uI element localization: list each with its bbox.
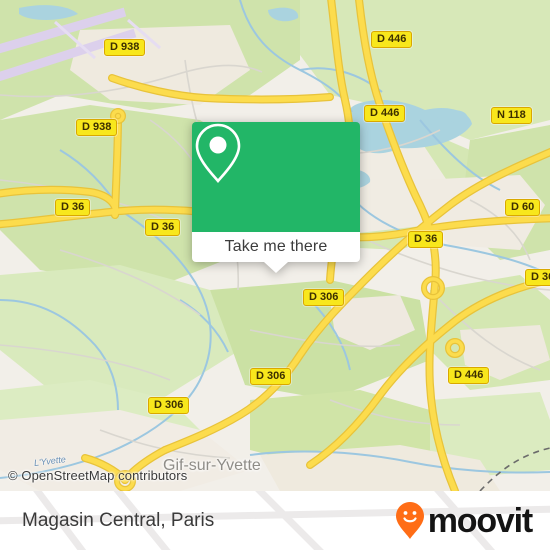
road-shield: D 36 [408, 231, 444, 248]
road-shield: D 446 [448, 367, 490, 384]
moovit-wordmark: moovit [427, 501, 533, 540]
popup-pointer [264, 262, 288, 273]
road-shield: D 446 [371, 31, 413, 48]
take-me-there-button[interactable]: Take me there [192, 232, 360, 262]
road-shield: D 306 [148, 397, 190, 414]
take-me-there-label: Take me there [224, 238, 328, 255]
moovit-pin-icon [395, 501, 424, 539]
road-shield: D 36 [145, 219, 181, 236]
road-shield: D 938 [76, 119, 118, 136]
map-canvas[interactable]: D 938 D 446 D 446 N 118 D 938 D 36 D 60 … [0, 0, 550, 491]
map-pin-icon [195, 123, 241, 183]
location-popup-card[interactable]: Take me there [192, 122, 360, 273]
road-shield: D 36 [525, 269, 550, 286]
road-shield: D 60 [505, 199, 541, 216]
road-shield: N 118 [491, 107, 532, 124]
road-shield: D 938 [104, 39, 146, 56]
road-shield: D 446 [364, 105, 406, 122]
osm-attribution[interactable]: © OpenStreetMap contributors [8, 468, 187, 483]
footer-place-title: Magasin Central, Paris [22, 509, 215, 531]
popup-header [192, 122, 360, 232]
moovit-logo[interactable]: moovit [395, 501, 533, 541]
road-shield: D 306 [250, 368, 292, 385]
footer-bar: Magasin Central, Paris moovit [0, 491, 550, 550]
road-shield: D 306 [303, 289, 345, 306]
road-shield: D 36 [55, 199, 91, 216]
screenshot-root: D 938 D 446 D 446 N 118 D 938 D 36 D 60 … [0, 0, 550, 550]
